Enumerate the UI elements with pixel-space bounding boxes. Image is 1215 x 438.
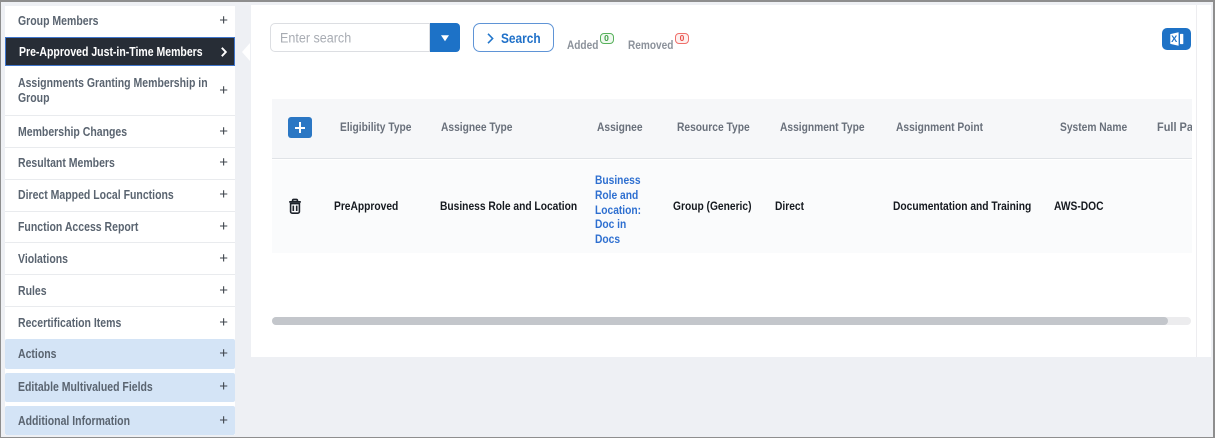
svg-text:X: X <box>1171 34 1178 44</box>
